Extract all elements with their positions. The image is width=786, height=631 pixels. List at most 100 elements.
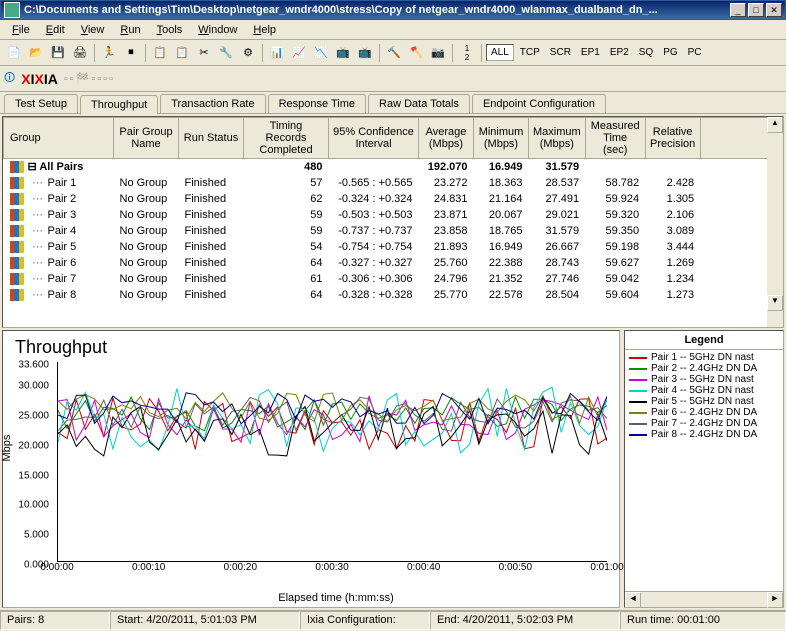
filter-pg[interactable]: PG — [659, 45, 681, 60]
filter-tcp[interactable]: TCP — [516, 45, 544, 60]
menu-tools[interactable]: Tools — [149, 22, 191, 38]
table-row[interactable]: ⋯Pair 8 No GroupFinished64 -0.328 : +0.3… — [4, 287, 783, 303]
legend-hscroll[interactable]: ◄ ► — [625, 591, 783, 607]
legend-item[interactable]: Pair 8 -- 2.4GHz DN DA — [627, 429, 781, 440]
scroll-left-icon[interactable]: ◄ — [625, 592, 641, 608]
legend-item[interactable]: Pair 2 -- 2.4GHz DN DA — [627, 363, 781, 374]
legend-item[interactable]: Pair 6 -- 2.4GHz DN DA — [627, 407, 781, 418]
menu-run[interactable]: Run — [112, 22, 148, 38]
run-icon[interactable]: 🏃 — [99, 43, 119, 63]
col-max[interactable]: Maximum (Mbps) — [529, 118, 586, 159]
legend-label: Pair 3 -- 5GHz DN nast — [651, 374, 754, 385]
pair-icon — [10, 241, 24, 253]
table-row[interactable]: ⋯Pair 1 No GroupFinished57 -0.565 : +0.5… — [4, 175, 783, 191]
menu-edit[interactable]: Edit — [38, 22, 73, 38]
tool-icon[interactable]: 🔧 — [216, 43, 236, 63]
filter-sq[interactable]: SQ — [635, 45, 657, 60]
table-vscroll[interactable]: ▲ ▼ — [767, 117, 783, 327]
ixia-btn7-icon[interactable]: ▫ — [109, 73, 113, 85]
menu-window[interactable]: Window — [190, 22, 245, 38]
scroll-down-icon[interactable]: ▼ — [767, 295, 783, 311]
status-runtime: Run time: 00:01:00 — [620, 611, 786, 630]
camera-icon[interactable]: 📷 — [428, 43, 448, 63]
col-confidence[interactable]: 95% Confidence Interval — [329, 118, 419, 159]
ixia-btn4-icon[interactable]: ▫ — [91, 73, 95, 85]
col-min[interactable]: Minimum (Mbps) — [474, 118, 529, 159]
legend-label: Pair 1 -- 5GHz DN nast — [651, 352, 754, 363]
table-row[interactable]: ⋯Pair 4 No GroupFinished59 -0.737 : +0.7… — [4, 223, 783, 239]
ixia-btn2-icon[interactable]: ▫ — [70, 73, 74, 85]
col-precision[interactable]: Relative Precision — [645, 118, 700, 159]
status-ixia: Ixia Configuration: — [300, 611, 430, 630]
tv2-icon[interactable]: 📺 — [355, 43, 375, 63]
pair-icon — [10, 225, 24, 237]
tab-test-setup[interactable]: Test Setup — [4, 94, 78, 113]
chart-y-label: Mbps — [1, 435, 13, 462]
menu-view[interactable]: View — [73, 22, 113, 38]
legend-item[interactable]: Pair 1 -- 5GHz DN nast — [627, 352, 781, 363]
info-icon[interactable]: 🛈 — [4, 69, 15, 88]
close-button[interactable]: ✕ — [766, 3, 782, 17]
status-bar: Pairs: 8 Start: 4/20/2011, 5:01:03 PM Ix… — [0, 610, 786, 630]
tool4-icon[interactable]: 🪓 — [406, 43, 426, 63]
table-row[interactable]: ⋯Pair 3 No GroupFinished59 -0.503 : +0.5… — [4, 207, 783, 223]
maximize-button[interactable]: □ — [748, 3, 764, 17]
filter-pc[interactable]: PC — [684, 45, 706, 60]
legend-label: Pair 2 -- 2.4GHz DN DA — [651, 363, 757, 374]
tab-transaction-rate[interactable]: Transaction Rate — [160, 94, 265, 113]
print-icon[interactable]: 🖨 — [70, 43, 90, 63]
filter-all[interactable]: ALL — [486, 44, 514, 61]
open-icon[interactable]: 📂 — [26, 43, 46, 63]
ixia-btn5-icon[interactable]: ▫ — [97, 73, 101, 85]
menu-help[interactable]: Help — [245, 22, 284, 38]
filter-scr[interactable]: SCR — [546, 45, 575, 60]
table-row[interactable]: ⋯Pair 2 No GroupFinished62 -0.324 : +0.3… — [4, 191, 783, 207]
col-run-status[interactable]: Run Status — [179, 118, 244, 159]
chart-icon[interactable]: 📊 — [267, 43, 287, 63]
x-tick: 0:00:30 — [315, 562, 348, 573]
legend-item[interactable]: Pair 4 -- 5GHz DN nast — [627, 385, 781, 396]
legend-label: Pair 7 -- 2.4GHz DN DA — [651, 418, 757, 429]
col-avg[interactable]: Average (Mbps) — [419, 118, 474, 159]
new-icon[interactable]: 📄 — [4, 43, 24, 63]
paste-icon[interactable]: 📋 — [172, 43, 192, 63]
col-timing-records[interactable]: Timing Records Completed — [244, 118, 329, 159]
tab-endpoint-config[interactable]: Endpoint Configuration — [472, 94, 606, 113]
table-row[interactable]: ⋯Pair 5 No GroupFinished54 -0.754 : +0.7… — [4, 239, 783, 255]
num-icon[interactable]: 12 — [457, 43, 477, 63]
chart2-icon[interactable]: 📈 — [289, 43, 309, 63]
table-row[interactable]: ⋯Pair 7 No GroupFinished61 -0.306 : +0.3… — [4, 271, 783, 287]
save-icon[interactable]: 💾 — [48, 43, 68, 63]
tab-throughput[interactable]: Throughput — [80, 95, 158, 115]
col-measured-time[interactable]: Measured Time (sec) — [585, 118, 645, 159]
ixia-btn1-icon[interactable]: ▫ — [64, 73, 68, 85]
col-pair-group[interactable]: Pair Group Name — [114, 118, 179, 159]
scroll-right-icon[interactable]: ► — [767, 592, 783, 608]
scroll-up-icon[interactable]: ▲ — [767, 117, 783, 133]
title-bar: C:\Documents and Settings\Tim\Desktop\ne… — [0, 0, 786, 20]
cut-icon[interactable]: ✂ — [194, 43, 214, 63]
tool3-icon[interactable]: 🔨 — [384, 43, 404, 63]
table-row[interactable]: ⋯Pair 6 No GroupFinished64 -0.327 : +0.3… — [4, 255, 783, 271]
table-row-all-pairs[interactable]: ⊟ All Pairs 480 192.07016.94931.579 — [4, 159, 783, 175]
copy-icon[interactable]: 📋 — [150, 43, 170, 63]
menu-file[interactable]: File — [4, 22, 38, 38]
tab-response-time[interactable]: Response Time — [268, 94, 366, 113]
legend-item[interactable]: Pair 7 -- 2.4GHz DN DA — [627, 418, 781, 429]
legend-label: Pair 4 -- 5GHz DN nast — [651, 385, 754, 396]
legend-item[interactable]: Pair 5 -- 5GHz DN nast — [627, 396, 781, 407]
filter-ep2[interactable]: EP2 — [606, 45, 633, 60]
col-group[interactable]: Group — [4, 118, 114, 159]
filter-ep1[interactable]: EP1 — [577, 45, 604, 60]
chart-title: Throughput — [15, 337, 615, 358]
ixia-btn3-icon[interactable]: 🏁 — [76, 72, 90, 85]
tv-icon[interactable]: 📺 — [333, 43, 353, 63]
legend-item[interactable]: Pair 3 -- 5GHz DN nast — [627, 374, 781, 385]
ixia-btn6-icon[interactable]: ▫ — [103, 73, 107, 85]
tab-raw-data[interactable]: Raw Data Totals — [368, 94, 470, 113]
stop-icon[interactable]: ⏹ — [121, 43, 141, 63]
minimize-button[interactable]: _ — [730, 3, 746, 17]
chart-pane: Throughput Mbps 0.0005.00010.00015.00020… — [2, 330, 620, 608]
tool2-icon[interactable]: ⚙ — [238, 43, 258, 63]
chart3-icon[interactable]: 📉 — [311, 43, 331, 63]
